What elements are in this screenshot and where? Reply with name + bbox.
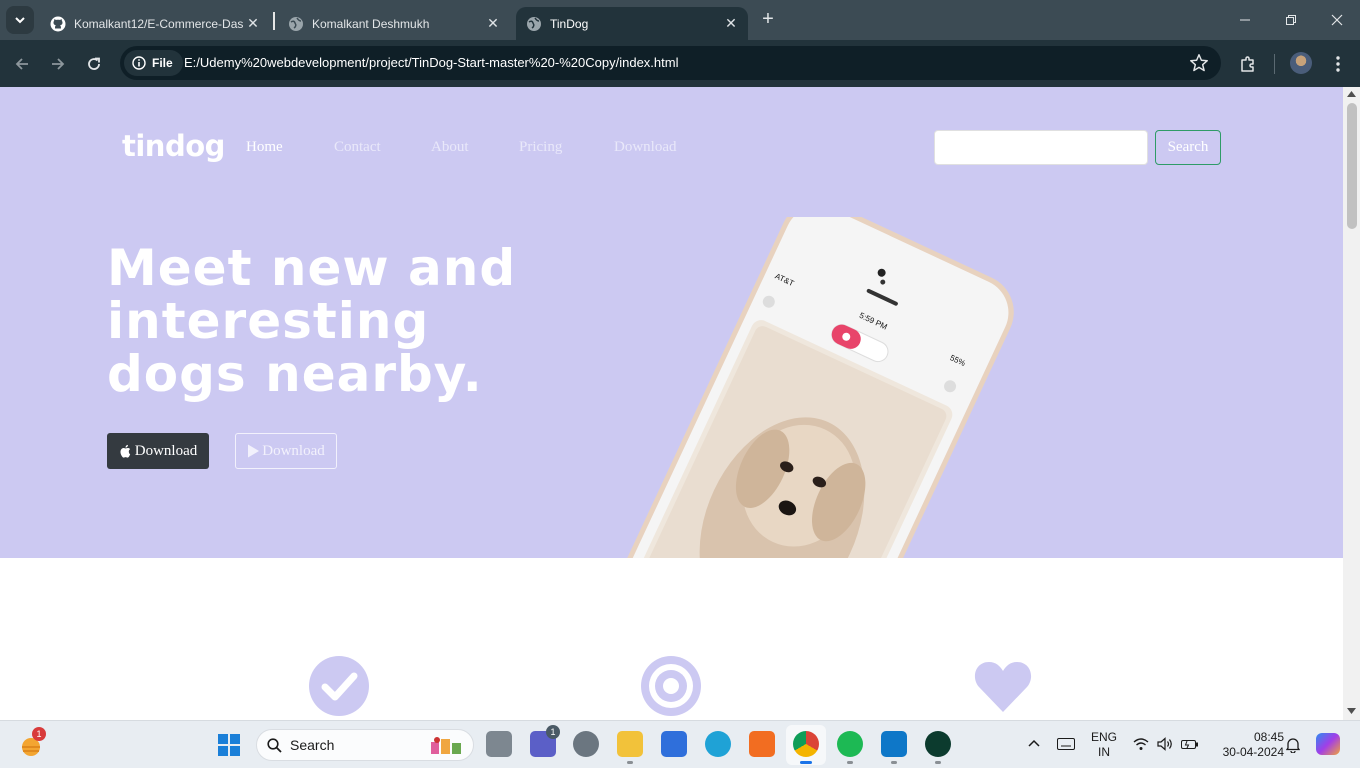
info-icon xyxy=(132,56,146,70)
profile-avatar[interactable] xyxy=(1290,52,1312,74)
browser-tab-strip: Komalkant12/E-Commerce-Das ✕ Komalkant D… xyxy=(0,0,1360,40)
clock[interactable]: 08:45 30-04-2024 xyxy=(1208,730,1284,760)
language-code: ENG xyxy=(1090,730,1117,744)
site-chip-label: File xyxy=(152,56,173,70)
close-tab-icon[interactable]: ✕ xyxy=(244,15,262,33)
vscode-icon[interactable] xyxy=(881,731,907,757)
search-input[interactable] xyxy=(934,130,1148,165)
iphone-mockup-image: AT&T 5:59 PM 55% xyxy=(600,217,1014,558)
globe-icon xyxy=(527,16,541,31)
scrollbar-thumb[interactable] xyxy=(1347,103,1357,229)
heart-icon xyxy=(974,662,1032,712)
running-indicator xyxy=(935,761,941,764)
search-highlight-icon xyxy=(431,737,461,754)
chevron-down-icon xyxy=(15,17,25,24)
tab-tindog[interactable]: TinDog ✕ xyxy=(516,7,748,40)
tab-portfolio[interactable]: Komalkant Deshmukh ✕ xyxy=(278,7,510,40)
spotify-icon[interactable] xyxy=(837,731,863,757)
download-apple-label: Download xyxy=(134,442,198,459)
tab-title: Komalkant Deshmukh xyxy=(312,16,430,31)
nav-home[interactable]: Home xyxy=(246,139,283,156)
tab-github[interactable]: Komalkant12/E-Commerce-Das ✕ xyxy=(40,7,270,40)
hero-headline: Meet new and interesting dogs nearby. xyxy=(107,239,517,403)
tab-search-button[interactable] xyxy=(6,6,34,34)
chrome-icon[interactable] xyxy=(793,731,819,757)
download-play-label: Download xyxy=(262,442,325,459)
search-button[interactable]: Search xyxy=(1155,130,1221,165)
forward-icon[interactable] xyxy=(46,52,70,76)
page-viewport: tindog Home Contact About Pricing Downlo… xyxy=(0,87,1343,720)
teams-badge: 1 xyxy=(546,725,560,739)
bullseye-icon xyxy=(641,656,701,716)
file-explorer-icon[interactable] xyxy=(617,731,643,757)
page-scrollbar[interactable] xyxy=(1343,87,1360,720)
tab-divider xyxy=(273,12,275,30)
download-apple-button[interactable]: Download xyxy=(107,433,209,469)
minimize-icon[interactable] xyxy=(1222,6,1268,34)
scroll-down-icon[interactable] xyxy=(1347,708,1356,714)
nav-download[interactable]: Download xyxy=(614,139,677,156)
search-icon xyxy=(267,737,282,753)
chevron-up-icon[interactable] xyxy=(1028,739,1040,747)
keyboard-icon[interactable] xyxy=(1057,738,1075,750)
url-text[interactable]: E:/Udemy%20webdevelopment/project/TinDog… xyxy=(184,55,678,70)
tab-title: TinDog xyxy=(550,16,589,31)
new-tab-icon[interactable]: + xyxy=(756,8,780,32)
running-indicator xyxy=(847,761,853,764)
globe-icon xyxy=(289,16,303,31)
weather-widget[interactable]: 1 xyxy=(18,727,46,759)
running-indicator xyxy=(891,761,897,764)
back-icon[interactable] xyxy=(10,52,34,76)
nav-about[interactable]: About xyxy=(431,139,469,156)
volume-icon[interactable] xyxy=(1157,737,1174,751)
xampp-icon[interactable] xyxy=(749,731,775,757)
copilot-icon[interactable] xyxy=(1316,733,1340,755)
taskbar-search[interactable]: Search xyxy=(256,729,474,761)
menu-dots-icon[interactable] xyxy=(1326,52,1350,76)
weather-badge: 1 xyxy=(32,727,46,741)
battery-icon[interactable] xyxy=(1181,738,1199,750)
settings-gear-icon[interactable] xyxy=(573,731,599,757)
clock-date: 30-04-2024 xyxy=(1222,745,1284,759)
address-bar[interactable]: File E:/Udemy%20webdevelopment/project/T… xyxy=(120,46,1221,80)
download-play-button[interactable]: Download xyxy=(235,433,337,469)
toolbar-divider xyxy=(1274,54,1275,74)
region-code: IN xyxy=(1098,745,1110,759)
language-indicator[interactable]: ENG IN xyxy=(1088,730,1120,760)
browser-toolbar: File E:/Udemy%20webdevelopment/project/T… xyxy=(0,40,1360,87)
nav-pricing[interactable]: Pricing xyxy=(519,139,562,156)
extensions-icon[interactable] xyxy=(1236,52,1260,76)
todo-check-icon[interactable] xyxy=(661,731,687,757)
bookmark-star-icon[interactable] xyxy=(1188,52,1210,74)
mongodb-compass-icon[interactable] xyxy=(925,731,951,757)
check-circle-icon xyxy=(309,656,369,716)
windows-taskbar: 1 Search 1 ENG IN 08:45 30-04-2024 xyxy=(0,720,1360,768)
brand-logo[interactable]: tindog xyxy=(122,129,225,163)
teams-icon[interactable]: 1 xyxy=(530,725,560,757)
running-indicator-active xyxy=(800,761,812,764)
close-tab-icon[interactable]: ✕ xyxy=(484,15,502,33)
nav-contact[interactable]: Contact xyxy=(334,139,381,156)
features-section xyxy=(0,558,1343,720)
tab-title: Komalkant12/E-Commerce-Das xyxy=(74,16,244,31)
wifi-icon[interactable] xyxy=(1133,737,1149,751)
reload-icon[interactable] xyxy=(82,52,106,76)
apple-icon xyxy=(120,444,130,458)
github-icon xyxy=(50,16,66,31)
hero-section: tindog Home Contact About Pricing Downlo… xyxy=(0,87,1343,558)
windows-start-icon[interactable] xyxy=(218,734,240,756)
clock-time: 08:45 xyxy=(1253,730,1284,744)
edge-browser-icon[interactable] xyxy=(705,731,731,757)
task-view-icon[interactable] xyxy=(486,731,512,757)
running-indicator xyxy=(627,761,633,764)
scroll-up-icon[interactable] xyxy=(1347,91,1356,97)
google-play-icon xyxy=(248,444,260,458)
site-info-chip[interactable]: File xyxy=(124,50,183,76)
restore-icon[interactable] xyxy=(1268,6,1314,34)
close-window-icon[interactable] xyxy=(1314,6,1360,34)
notification-bell-icon[interactable] xyxy=(1286,737,1300,753)
taskbar-search-label: Search xyxy=(290,737,335,753)
close-tab-icon[interactable]: ✕ xyxy=(722,15,740,33)
